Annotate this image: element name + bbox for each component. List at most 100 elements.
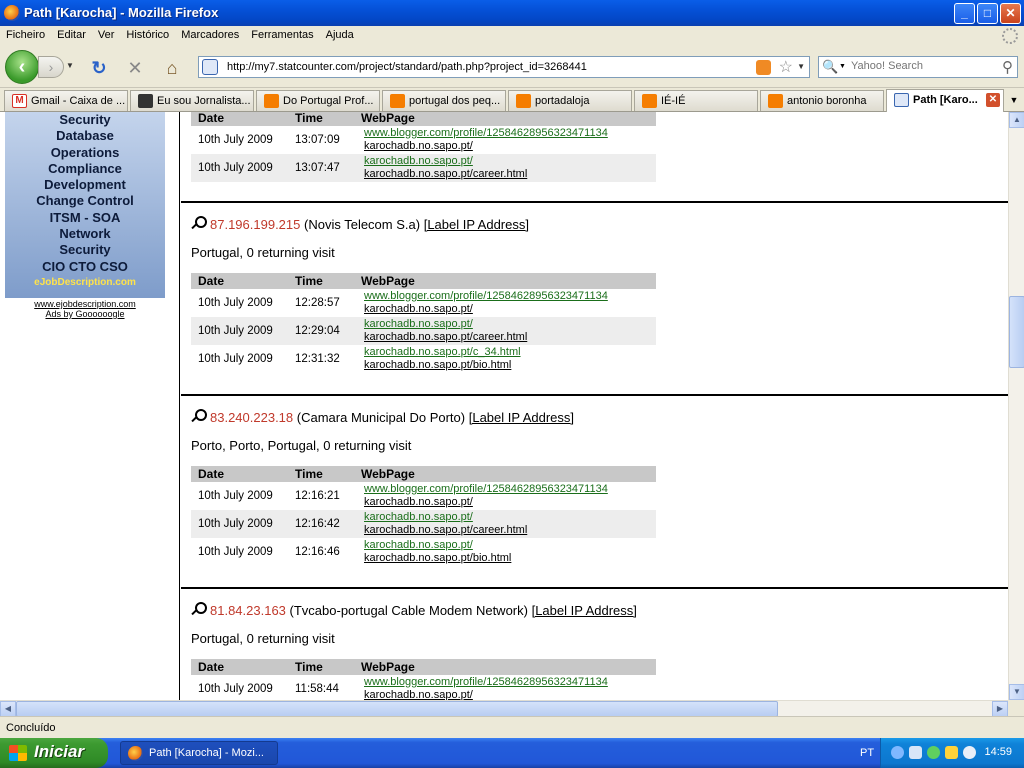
history-dropdown-icon[interactable]: ▼ <box>66 61 74 70</box>
magnifier-icon[interactable] <box>191 216 207 230</box>
page-link[interactable]: karochadb.no.sapo.pt/career.html <box>364 524 656 537</box>
tab-portadaloja[interactable]: portadaloja <box>508 90 632 111</box>
url-text[interactable]: http://my7.statcounter.com/project/stand… <box>227 61 587 73</box>
menu-ajuda[interactable]: Ajuda <box>320 26 360 41</box>
referrer-link[interactable]: www.blogger.com/profile/1258462895632347… <box>364 127 656 140</box>
rss-feed-icon[interactable] <box>756 60 771 75</box>
ads-by-google-link[interactable]: Ads by Goooooogle <box>5 309 165 319</box>
tab-label: antonio boronha <box>787 95 867 107</box>
tab-antonio-boronha[interactable]: antonio boronha <box>760 90 884 111</box>
stop-icon[interactable]: ✕ <box>125 58 145 78</box>
page-link[interactable]: karochadb.no.sapo.pt/bio.html <box>364 359 656 372</box>
vertical-scroll-thumb[interactable] <box>1009 296 1024 368</box>
maximize-button[interactable]: □ <box>977 3 998 24</box>
ad-brand: eJobDescription.com <box>34 276 136 288</box>
scroll-up-icon[interactable]: ▲ <box>1009 112 1024 128</box>
sidebar: Security Database Operations Compliance … <box>0 112 180 700</box>
visit-time: 12:31:32 <box>295 353 340 365</box>
ad-line: Compliance <box>48 160 122 176</box>
referrer-link[interactable]: karochadb.no.sapo.pt/ <box>364 511 656 524</box>
tab-path-karocha[interactable]: Path [Karo... ✕ <box>886 89 1004 112</box>
path-table: Date Time WebPage 10th July 2009 11:58:4… <box>191 659 656 700</box>
page-link[interactable]: karochadb.no.sapo.pt/career.html <box>364 168 656 181</box>
table-row: 10th July 2009 12:31:32 karochadb.no.sap… <box>191 345 656 373</box>
menu-marcadores[interactable]: Marcadores <box>175 26 245 41</box>
taskbar-item-label: Path [Karocha] - Mozi... <box>149 747 264 759</box>
search-go-icon[interactable]: ⚲ <box>1002 58 1013 76</box>
horizontal-scrollbar[interactable]: ◀ ▶ <box>0 700 1008 717</box>
label-ip-link[interactable]: [Label IP Address] <box>424 217 529 232</box>
page-link[interactable]: karochadb.no.sapo.pt/ <box>364 140 656 153</box>
close-tab-icon[interactable]: ✕ <box>986 93 1000 107</box>
visitor-ip[interactable]: 81.84.23.163 <box>210 603 286 618</box>
referrer-link[interactable]: www.blogger.com/profile/1258462895632347… <box>364 483 656 496</box>
label-ip-link[interactable]: [Label IP Address] <box>469 410 574 425</box>
scroll-right-icon[interactable]: ▶ <box>992 701 1008 717</box>
page-link[interactable]: karochadb.no.sapo.pt/ <box>364 496 656 509</box>
scroll-left-icon[interactable]: ◀ <box>0 701 16 717</box>
site-identity-icon[interactable] <box>202 59 218 75</box>
ad-line: CIO CTO CSO <box>42 258 128 274</box>
referrer-link[interactable]: www.blogger.com/profile/1258462895632347… <box>364 290 656 303</box>
network-icon[interactable] <box>891 746 904 759</box>
tab-portugal-peq[interactable]: portugal dos peq... <box>382 90 506 111</box>
volume-icon[interactable] <box>909 746 922 759</box>
start-button[interactable]: Iniciar <box>0 738 108 768</box>
referrer-link[interactable]: karochadb.no.sapo.pt/ <box>364 539 656 552</box>
language-indicator[interactable]: PT <box>860 747 874 759</box>
menu-historico[interactable]: Histórico <box>120 26 175 41</box>
tab-jornalista[interactable]: Eu sou Jornalista... <box>130 90 254 111</box>
tab-list-dropdown-icon[interactable]: ▼ <box>1006 92 1022 110</box>
visitor-ip[interactable]: 87.196.199.215 <box>210 217 300 232</box>
magnifier-icon[interactable] <box>191 409 207 423</box>
minimize-button[interactable]: _ <box>954 3 975 24</box>
clock[interactable]: 14:59 <box>984 746 1012 758</box>
magnifier-icon[interactable] <box>191 602 207 616</box>
page-link[interactable]: karochadb.no.sapo.pt/bio.html <box>364 552 656 565</box>
tab-label: Eu sou Jornalista... <box>157 95 251 107</box>
tab-ie-ie[interactable]: IÉ-IÉ <box>634 90 758 111</box>
menu-editar[interactable]: Editar <box>51 26 92 41</box>
close-button[interactable]: ✕ <box>1000 3 1021 24</box>
referrer-link[interactable]: www.blogger.com/profile/1258462895632347… <box>364 676 656 689</box>
url-dropdown-icon[interactable]: ▼ <box>797 62 805 71</box>
engine-dropdown-icon[interactable]: ▼ <box>839 63 846 70</box>
referrer-link[interactable]: karochadb.no.sapo.pt/ <box>364 318 656 331</box>
menu-ficheiro[interactable]: Ficheiro <box>0 26 51 41</box>
forward-button[interactable]: › <box>38 56 64 78</box>
bookmark-star-icon[interactable]: ☆ <box>779 57 793 77</box>
search-engine-icon[interactable]: 🔍 <box>822 59 838 75</box>
ad-banner[interactable]: Security Database Operations Compliance … <box>5 112 165 298</box>
visitor-location: Portugal, 0 returning visit <box>191 245 335 260</box>
app-d-icon[interactable] <box>945 746 958 759</box>
page-link[interactable]: karochadb.no.sapo.pt/career.html <box>364 331 656 344</box>
visitor-ip[interactable]: 83.240.223.18 <box>210 410 293 425</box>
back-button[interactable]: ‹ <box>5 50 39 84</box>
visit-time: 12:29:04 <box>288 317 354 345</box>
page-link[interactable]: karochadb.no.sapo.pt/ <box>364 303 656 316</box>
title-bar[interactable]: Path [Karocha] - Mozilla Firefox _ □ ✕ <box>0 0 1024 26</box>
horizontal-scroll-thumb[interactable] <box>16 701 778 717</box>
scroll-down-icon[interactable]: ▼ <box>1009 684 1024 700</box>
blogger-icon <box>768 94 783 108</box>
firefox-icon <box>128 746 143 761</box>
menu-ver[interactable]: Ver <box>92 26 121 41</box>
messenger-icon[interactable] <box>927 746 940 759</box>
tab-portugal-prof[interactable]: Do Portugal Prof... <box>256 90 380 111</box>
url-bar[interactable]: http://my7.statcounter.com/project/stand… <box>198 56 810 78</box>
vertical-scrollbar[interactable]: ▲ ▼ <box>1008 112 1024 700</box>
page-link[interactable]: karochadb.no.sapo.pt/ <box>364 689 656 700</box>
ad-url-link[interactable]: www.ejobdescription.com <box>5 299 165 309</box>
firefox-icon <box>4 5 20 21</box>
search-input[interactable] <box>851 60 991 72</box>
taskbar-item-firefox[interactable]: Path [Karocha] - Mozi... <box>120 741 278 765</box>
visitor-header: 83.240.223.18 (Camara Municipal Do Porto… <box>191 409 574 425</box>
referrer-link[interactable]: karochadb.no.sapo.pt/c_34.html <box>364 346 656 359</box>
referrer-link[interactable]: karochadb.no.sapo.pt/ <box>364 155 656 168</box>
label-ip-link[interactable]: [Label IP Address] <box>532 603 637 618</box>
tab-gmail[interactable]: M Gmail - Caixa de ... <box>4 90 128 111</box>
chat-bubble-icon[interactable] <box>963 746 976 759</box>
reload-icon[interactable]: ↻ <box>89 58 109 78</box>
menu-ferramentas[interactable]: Ferramentas <box>245 26 319 41</box>
home-icon[interactable]: ⌂ <box>162 58 182 78</box>
